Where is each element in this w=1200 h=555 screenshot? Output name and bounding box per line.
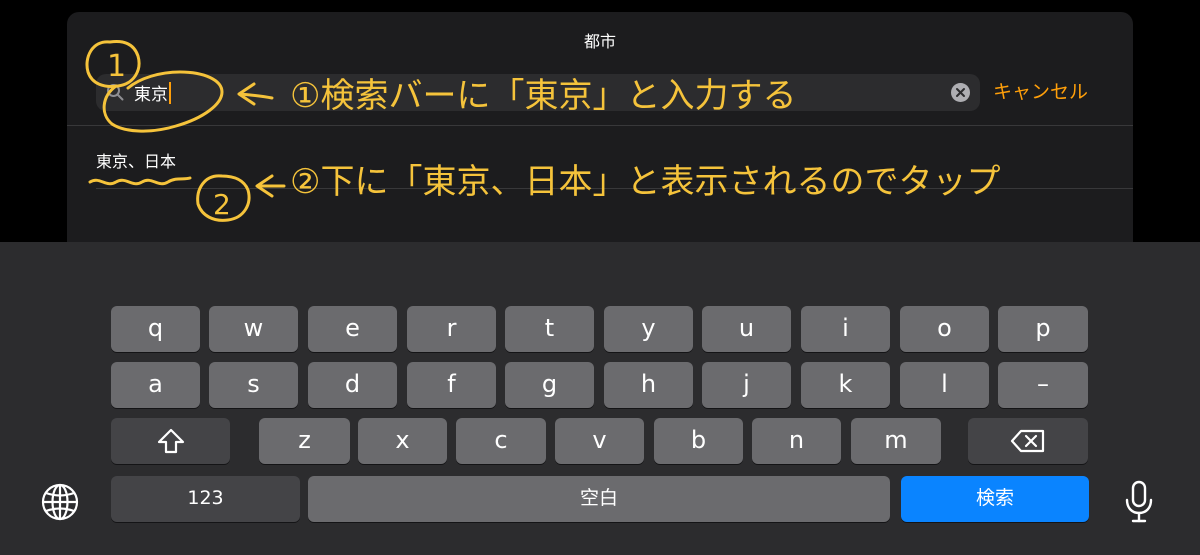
- microphone-icon[interactable]: [1124, 480, 1154, 524]
- screen: 都市 東京 キャンセル 東京、日本 1 2 ①検索バーに「東京」と入力する ②下…: [0, 0, 1200, 555]
- shift-icon: [157, 428, 184, 454]
- software-keyboard: q w e r t y u i o p a s d f g h j k l – …: [0, 242, 1200, 555]
- key-e[interactable]: e: [308, 306, 397, 352]
- key-j[interactable]: j: [702, 362, 791, 408]
- key-t[interactable]: t: [505, 306, 594, 352]
- key-dash[interactable]: –: [998, 362, 1088, 408]
- key-f[interactable]: f: [407, 362, 496, 408]
- key-w[interactable]: w: [209, 306, 298, 352]
- key-x[interactable]: x: [358, 418, 447, 464]
- key-m[interactable]: m: [851, 418, 941, 464]
- search-key[interactable]: 検索: [901, 476, 1089, 522]
- key-d[interactable]: d: [308, 362, 397, 408]
- key-o[interactable]: o: [900, 306, 989, 352]
- key-n[interactable]: n: [752, 418, 841, 464]
- key-v[interactable]: v: [555, 418, 644, 464]
- key-p[interactable]: p: [998, 306, 1088, 352]
- annotation-marker-2: 2: [213, 188, 231, 221]
- key-u[interactable]: u: [702, 306, 791, 352]
- annotation-wavy-underline: [88, 176, 192, 186]
- key-s[interactable]: s: [209, 362, 298, 408]
- annotation-step-1: ①検索バーに「東京」と入力する: [290, 76, 797, 116]
- key-h[interactable]: h: [604, 362, 693, 408]
- key-r[interactable]: r: [407, 306, 496, 352]
- annotation-step-2: ②下に「東京、日本」と表示されるのでタップ: [290, 162, 1001, 202]
- key-q[interactable]: q: [111, 306, 200, 352]
- space-key[interactable]: 空白: [308, 476, 890, 522]
- delete-key[interactable]: [968, 418, 1088, 464]
- key-z[interactable]: z: [259, 418, 350, 464]
- globe-icon[interactable]: [40, 482, 80, 522]
- numbers-key[interactable]: 123: [111, 476, 300, 522]
- key-a[interactable]: a: [111, 362, 200, 408]
- key-i[interactable]: i: [801, 306, 890, 352]
- shift-key[interactable]: [111, 418, 230, 464]
- key-k[interactable]: k: [801, 362, 890, 408]
- key-l[interactable]: l: [900, 362, 989, 408]
- key-c[interactable]: c: [456, 418, 546, 464]
- key-y[interactable]: y: [604, 306, 693, 352]
- key-g[interactable]: g: [505, 362, 594, 408]
- delete-icon: [1010, 429, 1045, 453]
- key-b[interactable]: b: [654, 418, 743, 464]
- annotation-marker-1: 1: [107, 49, 126, 84]
